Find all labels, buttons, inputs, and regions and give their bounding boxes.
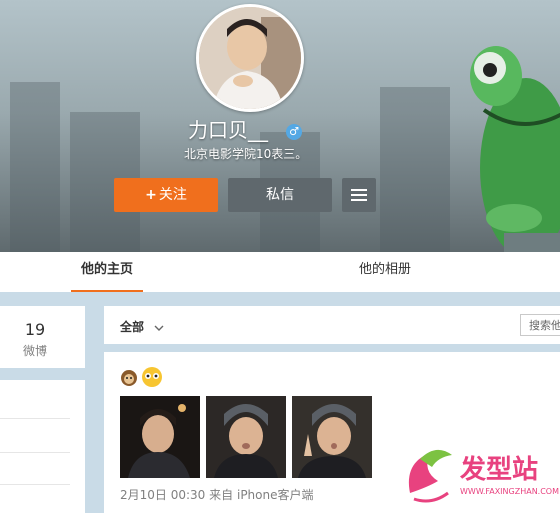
feed-filter-bar: 全部 搜索他 bbox=[104, 306, 560, 344]
divider bbox=[0, 452, 70, 453]
watermark-brand: 发型站 bbox=[460, 455, 539, 485]
cute-face-emoji-icon bbox=[142, 367, 162, 387]
watermark-logo: 发型站 WWW.FAXINGZHAN.COM bbox=[398, 443, 559, 509]
selfie-photo bbox=[120, 396, 200, 478]
profile-tabs: 他的主页 他的相册 bbox=[0, 252, 560, 292]
bg-building bbox=[380, 87, 450, 252]
post-photo-2[interactable] bbox=[206, 396, 286, 478]
post-emojis bbox=[121, 367, 162, 387]
post-photo-1[interactable] bbox=[120, 396, 200, 478]
follow-button[interactable]: + 关注 bbox=[114, 178, 218, 212]
chevron-down-icon bbox=[154, 325, 164, 331]
profile-bio: 北京电影学院10表三。 bbox=[184, 147, 308, 161]
post-source-prefix: 来自 bbox=[209, 488, 234, 502]
weibo-count-label: 微博 bbox=[22, 344, 47, 358]
tab-album[interactable]: 他的相册 bbox=[350, 252, 420, 290]
watermark-url: WWW.FAXINGZHAN.COM bbox=[460, 487, 559, 496]
divider bbox=[0, 484, 70, 485]
follow-label: 关注 bbox=[158, 187, 187, 203]
selfie-photo bbox=[292, 396, 372, 478]
bg-building bbox=[10, 82, 60, 252]
post-meta: 2月10日 00:30 来自 iPhone客户端 bbox=[120, 486, 314, 503]
avatar-photo bbox=[199, 7, 301, 109]
filter-all-label: 全部 bbox=[120, 320, 145, 334]
message-button[interactable]: 私信 bbox=[228, 178, 332, 212]
search-input[interactable]: 搜索他 bbox=[520, 314, 560, 336]
frog-figure-icon bbox=[470, 46, 560, 252]
stats-card: 19 微博 bbox=[0, 306, 85, 368]
more-menu-button[interactable] bbox=[342, 178, 376, 212]
profile-name: 力口贝__ bbox=[188, 118, 268, 142]
cover-banner: 力口贝__ ♂ 北京电影学院10表三。 + 关注 私信 bbox=[0, 0, 560, 252]
left-list bbox=[0, 380, 85, 513]
monkey-emoji-icon bbox=[121, 370, 137, 386]
avatar[interactable] bbox=[196, 4, 304, 112]
tab-home[interactable]: 他的主页 bbox=[71, 252, 143, 292]
post-photo-3[interactable] bbox=[292, 396, 372, 478]
post-source[interactable]: iPhone客户端 bbox=[237, 488, 314, 502]
hair-logo-icon bbox=[402, 449, 454, 503]
plus-icon: + bbox=[145, 187, 157, 203]
weibo-count[interactable]: 19 bbox=[0, 320, 70, 339]
filter-all-dropdown[interactable]: 全部 bbox=[120, 318, 164, 335]
gender-male-icon: ♂ bbox=[286, 124, 302, 140]
menu-icon bbox=[351, 189, 367, 201]
selfie-photo bbox=[206, 396, 286, 478]
divider bbox=[0, 418, 70, 419]
post-time[interactable]: 2月10日 00:30 bbox=[120, 488, 205, 502]
